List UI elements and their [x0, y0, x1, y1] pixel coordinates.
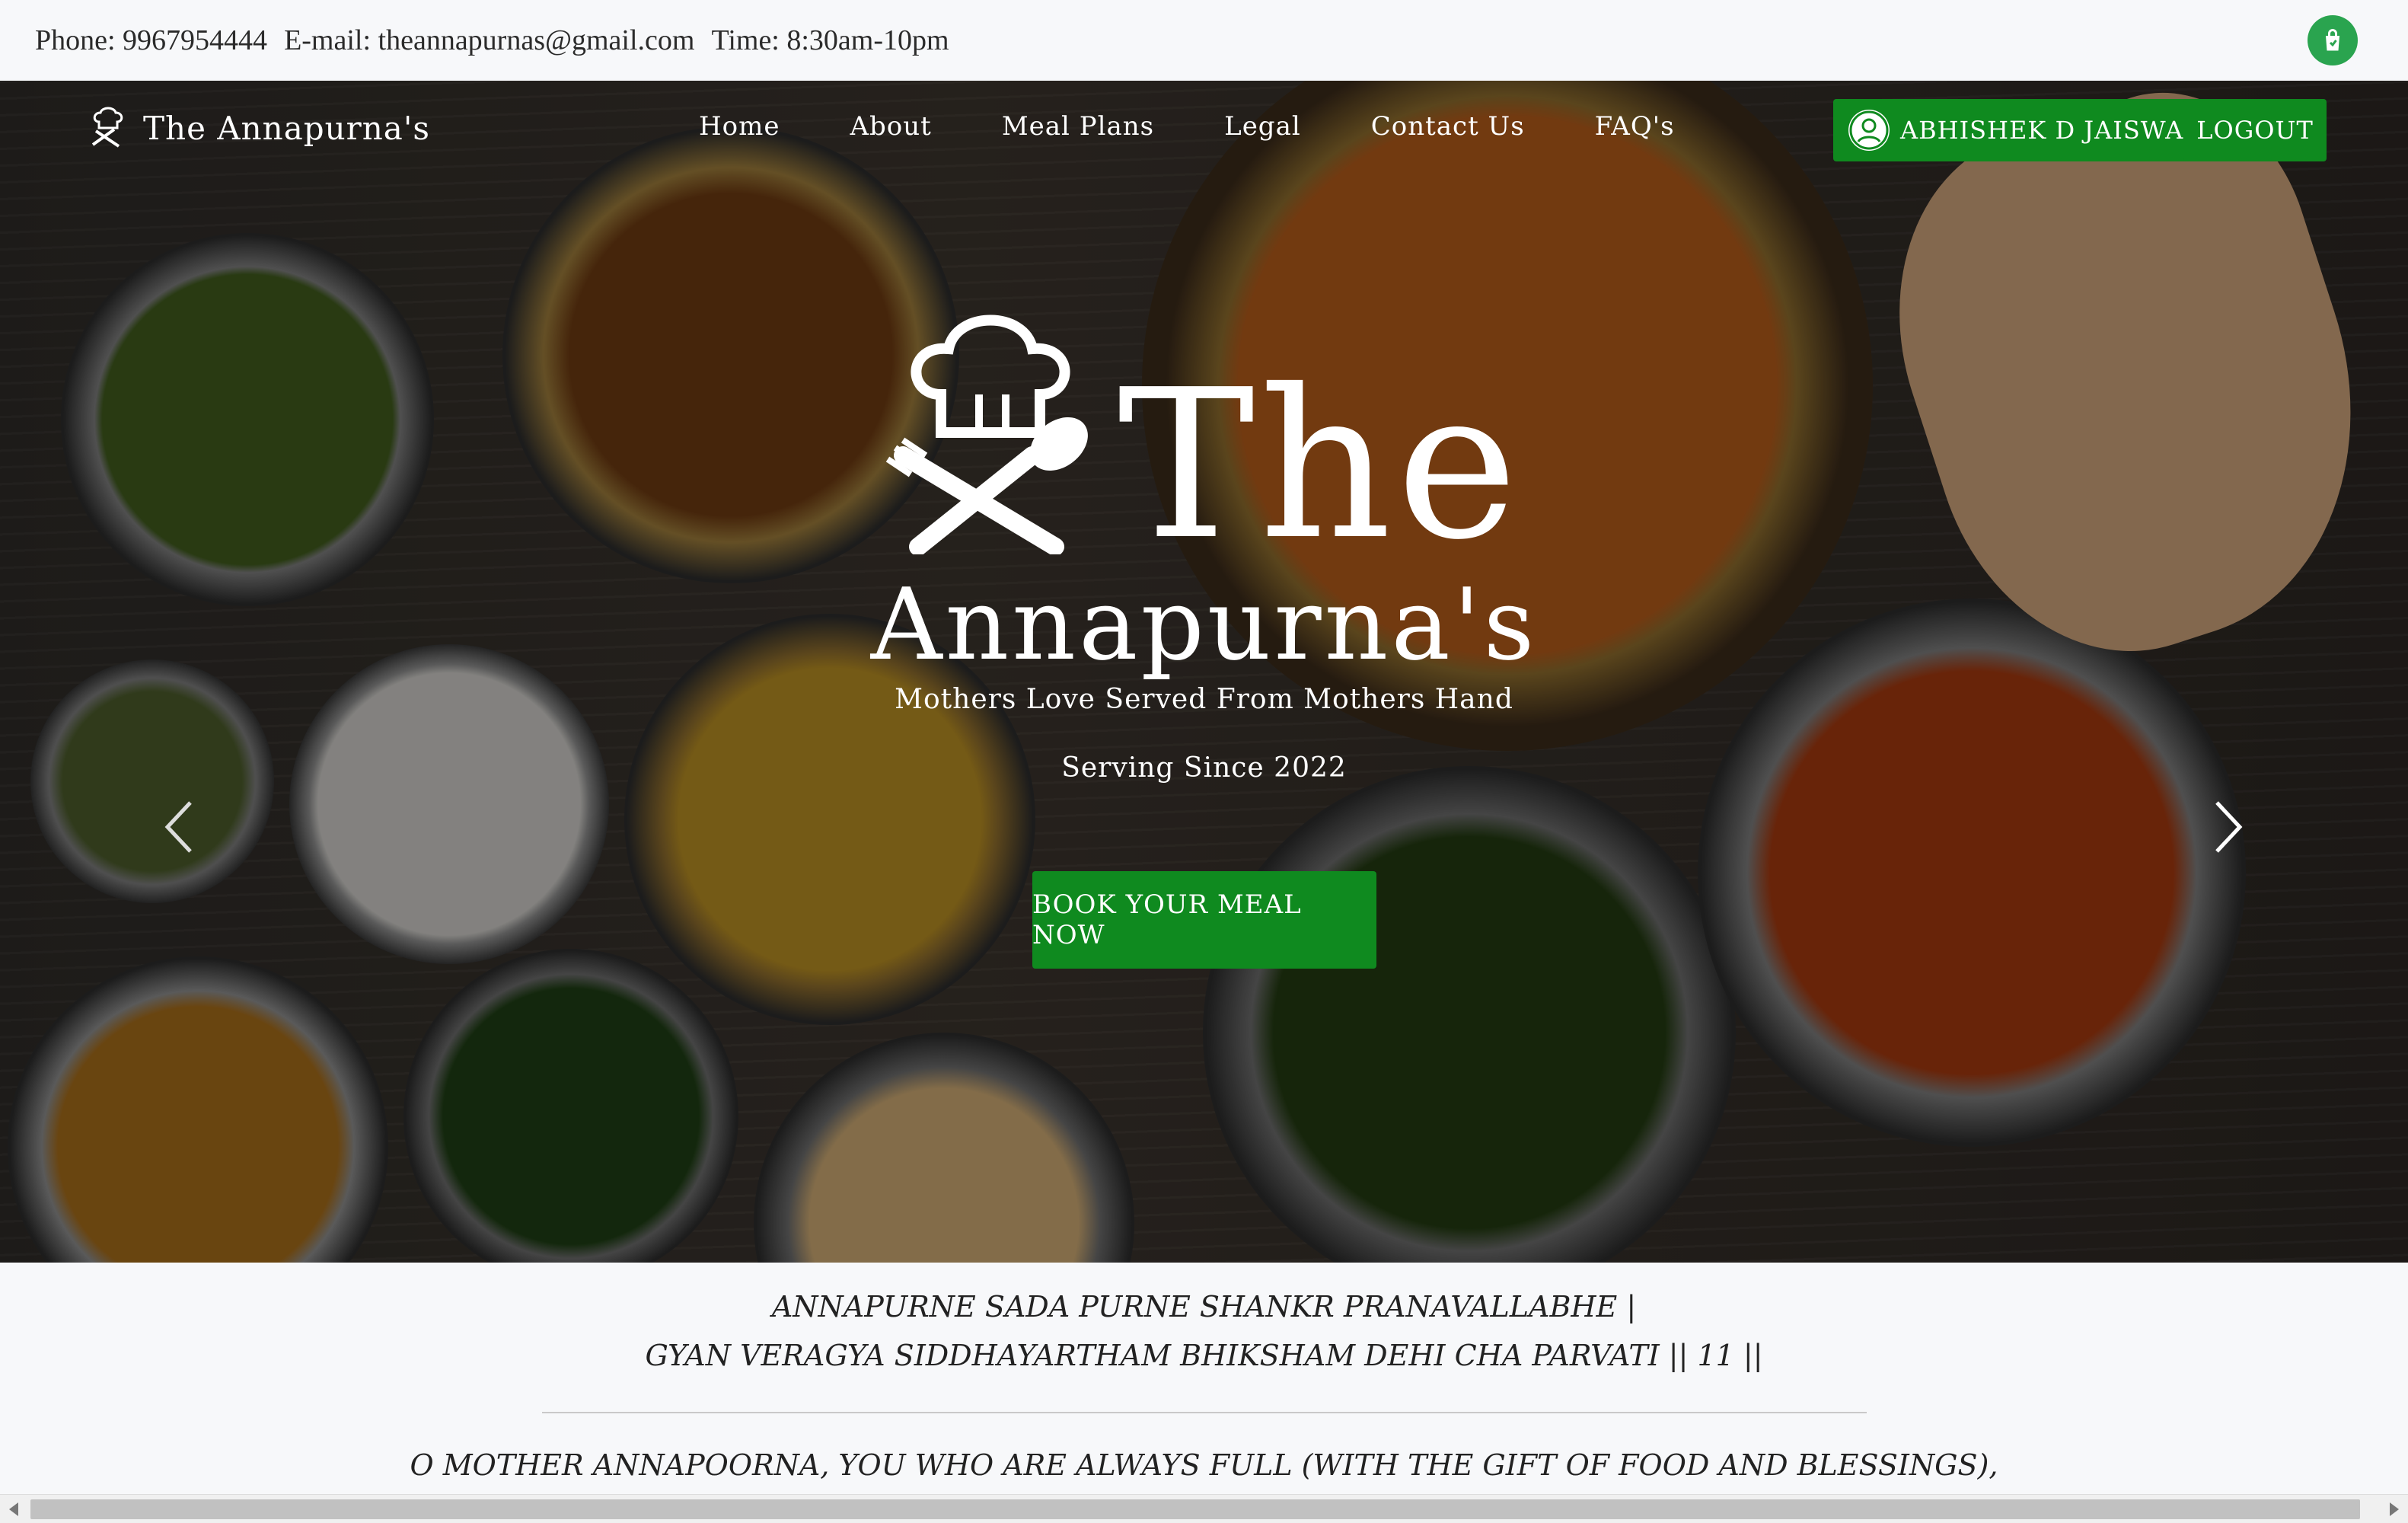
user-profile-button[interactable]: ABHISHEK D JAISWAR	[1833, 99, 2218, 161]
user-name: ABHISHEK D JAISWAR	[1900, 116, 2203, 145]
logout-button[interactable]: LOGOUT	[2183, 99, 2327, 161]
user-avatar-icon	[1848, 110, 1890, 151]
hero-tagline: Mothers Love Served From Mothers Hand	[895, 684, 1513, 715]
prayer-section: ANNAPURNE SADA PURNE SHANKR PRANAVALLABH…	[0, 1282, 2408, 1523]
hero-title-name: Annapurna's	[870, 567, 1538, 682]
scroll-right-icon[interactable]	[2390, 1502, 2399, 1516]
scrollbar-thumb[interactable]	[30, 1499, 2360, 1519]
carousel-prev-icon[interactable]	[157, 797, 203, 857]
scroll-left-icon[interactable]	[9, 1502, 18, 1516]
brand-name: The Annapurna's	[143, 109, 430, 147]
email-text: E-mail: theannapurnas@gmail.com	[284, 24, 695, 56]
hero-banner: The Annapurna's Home About Meal Plans Le…	[0, 81, 2408, 1263]
prayer-sanskrit-line-2: GYAN VERAGYA SIDDHAYARTHAM BHIKSHAM DEHI…	[645, 1339, 1763, 1372]
hours-text: Time: 8:30am-10pm	[711, 24, 949, 56]
nav-faqs[interactable]: FAQ's	[1595, 111, 1675, 142]
prayer-sanskrit-line-1: ANNAPURNE SADA PURNE SHANKR PRANAVALLABH…	[771, 1290, 1637, 1323]
chef-logo-large-icon	[885, 314, 1088, 554]
book-meal-button[interactable]: BOOK YOUR MEAL NOW	[1032, 871, 1376, 969]
nav-home[interactable]: Home	[699, 111, 780, 142]
cart-button[interactable]	[2308, 15, 2358, 65]
nav-legal[interactable]: Legal	[1224, 111, 1301, 142]
horizontal-scrollbar[interactable]	[0, 1494, 2408, 1523]
hero-title-the: The	[1118, 345, 1523, 585]
hero-since: Serving Since 2022	[1061, 752, 1347, 784]
nav-meal-plans[interactable]: Meal Plans	[1002, 111, 1154, 142]
nav-contact-us[interactable]: Contact Us	[1371, 111, 1525, 142]
prayer-divider	[541, 1412, 1867, 1413]
nav-about[interactable]: About	[850, 111, 931, 142]
main-nav: Home About Meal Plans Legal Contact Us F…	[699, 111, 1745, 142]
carousel-next-icon[interactable]	[2205, 797, 2250, 857]
chef-hat-logo-icon	[91, 107, 123, 148]
brand-logo[interactable]: The Annapurna's	[85, 105, 430, 151]
prayer-translation-line-1: O MOTHER ANNAPOORNA, YOU WHO ARE ALWAYS …	[410, 1448, 1998, 1482]
top-info-bar: Phone: 9967954444 E-mail: theannapurnas@…	[0, 0, 2408, 81]
phone-text: Phone: 9967954444	[35, 24, 268, 56]
shopping-bag-icon	[2326, 29, 2339, 51]
